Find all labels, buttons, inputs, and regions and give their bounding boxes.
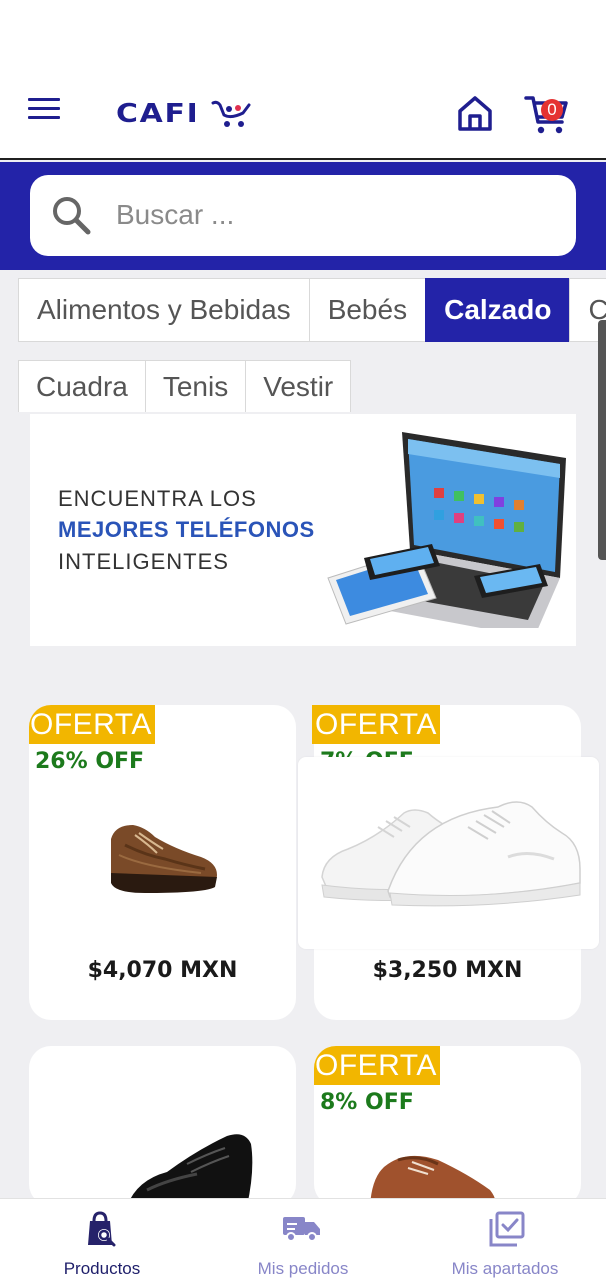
banner-line-1: ENCUENTRA LOS bbox=[58, 486, 257, 511]
product-card[interactable]: OFERTA 26% OFF $4,070 MXN bbox=[29, 705, 296, 1020]
product-card[interactable]: OFERTA 8% OFF bbox=[314, 1046, 581, 1206]
logo: CAFI bbox=[116, 94, 253, 134]
shopping-bag-search-icon bbox=[88, 1211, 116, 1247]
nav-mis-pedidos[interactable]: Mis pedidos bbox=[203, 1199, 403, 1280]
product-price: $3,250 MXN bbox=[372, 958, 523, 983]
subtab-cuadra[interactable]: Cuadra bbox=[18, 360, 145, 412]
subtab-tenis[interactable]: Tenis bbox=[144, 360, 246, 412]
product-image-brown-derby bbox=[370, 1155, 496, 1206]
tab-bebes[interactable]: Bebés bbox=[308, 278, 426, 342]
logo-text: CAFI bbox=[116, 99, 200, 129]
logo-cart-icon bbox=[211, 100, 251, 127]
product-card[interactable] bbox=[29, 1046, 296, 1206]
promo-banner[interactable]: ENCUENTRA LOS MEJORES TELÉFONOS INTELIGE… bbox=[30, 414, 576, 646]
home-icon[interactable] bbox=[456, 94, 494, 132]
product-image-panel bbox=[298, 757, 599, 949]
nav-label-mis-apartados: Mis apartados bbox=[451, 1259, 559, 1278]
search-icon bbox=[53, 197, 91, 235]
offer-badge: OFERTA bbox=[312, 705, 440, 744]
bottom-navigation: Productos Mis pedidos Mis apartados bbox=[0, 1198, 606, 1280]
offer-badge: OFERTA bbox=[29, 705, 155, 744]
nav-productos[interactable]: Productos bbox=[2, 1199, 202, 1280]
product-price: $4,070 MXN bbox=[87, 958, 238, 983]
nav-label-productos: Productos bbox=[63, 1259, 141, 1278]
product-card[interactable]: OFERTA 7% OFF $3,250 MXN bbox=[298, 705, 599, 1020]
discount-label: 8% OFF bbox=[320, 1090, 414, 1115]
cart-count-badge: 0 bbox=[541, 99, 563, 121]
delivery-truck-icon bbox=[283, 1217, 320, 1242]
discount-label: 26% OFF bbox=[35, 749, 145, 774]
banner-line-3: INTELIGENTES bbox=[58, 549, 229, 574]
search-box[interactable] bbox=[30, 175, 576, 256]
calendar-check-icon bbox=[489, 1211, 525, 1247]
tab-calzado[interactable]: Calzado bbox=[425, 278, 570, 342]
status-bar-area bbox=[0, 0, 606, 76]
subtab-vestir[interactable]: Vestir bbox=[245, 360, 352, 412]
menu-icon[interactable] bbox=[28, 98, 60, 122]
tab-alimentos-y-bebidas[interactable]: Alimentos y Bebidas bbox=[18, 278, 309, 342]
subcategory-tabs: Cuadra Tenis Vestir bbox=[18, 360, 352, 412]
banner-line-2: MEJORES TELÉFONOS bbox=[58, 517, 315, 542]
nav-label-mis-pedidos: Mis pedidos bbox=[257, 1259, 349, 1278]
category-tabs: Alimentos y Bebidas Bebés Calzado Ce bbox=[18, 278, 606, 342]
app-header: CAFI 0 bbox=[0, 76, 606, 160]
devices-illustration bbox=[327, 432, 566, 628]
search-bar-section bbox=[0, 162, 606, 270]
offer-badge: OFERTA bbox=[314, 1046, 440, 1085]
cart-button[interactable]: 0 bbox=[524, 92, 572, 136]
product-image-black-dress-shoe bbox=[127, 1134, 253, 1206]
product-image-brown-oxford bbox=[111, 825, 217, 893]
nav-mis-apartados[interactable]: Mis apartados bbox=[405, 1199, 605, 1280]
search-input[interactable] bbox=[116, 193, 556, 237]
product-image-white-sneakers bbox=[321, 801, 581, 907]
scrollbar[interactable] bbox=[598, 320, 606, 560]
